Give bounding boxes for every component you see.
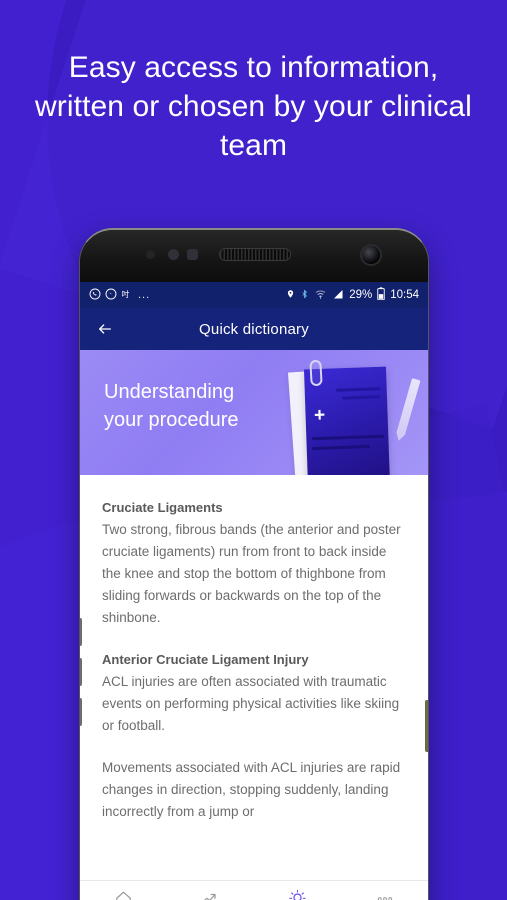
medical-document-icon: + [282,350,422,475]
bluetooth-icon [300,288,309,303]
battery-percent: 29% [349,289,373,301]
section-heading: Cruciate Ligaments [102,500,223,515]
signal-icon [332,288,344,303]
trending-up-icon [200,890,221,900]
hero-banner[interactable]: Understanding your procedure + [80,350,428,475]
whatsapp-icon [89,288,101,303]
volume-extra-button [80,698,82,726]
more-dots-icon [374,890,396,900]
app-icon: 吋 [121,288,132,303]
power-button [425,700,428,752]
back-arrow-icon[interactable] [93,317,117,341]
home-icon [114,890,133,900]
section-body: Movements associated with ACL injuries a… [102,760,401,819]
proximity-sensor-icon [146,250,155,259]
app-bar: Quick dictionary [80,308,428,350]
nav-item-more[interactable]: More [341,881,428,900]
section-body: ACL injuries are often associated with t… [102,674,400,733]
phone-screen: 吋 ... 29% 10:54 Quick dictionary Underst… [80,282,428,900]
nav-item-info[interactable]: Info [254,881,341,900]
front-camera-icon [360,244,382,266]
messenger-icon [105,288,117,303]
svg-text:吋: 吋 [121,288,129,298]
phone-top-bezel [80,230,428,282]
nav-item-home[interactable]: Home [80,881,167,900]
promo-screenshot: Easy access to information, written or c… [0,0,507,900]
ir-sensor-icon [187,249,198,260]
section-heading: Anterior Cruciate Ligament Injury [102,652,309,667]
location-icon [286,288,295,303]
article-content[interactable]: Cruciate Ligaments Two strong, fibrous b… [80,475,428,888]
article-section: Anterior Cruciate Ligament Injury ACL in… [102,649,406,737]
app-bar-title: Quick dictionary [199,320,309,338]
clock: 10:54 [390,289,419,301]
section-body: Two strong, fibrous bands (the anterior … [102,522,401,625]
light-sensor-icon [168,249,179,260]
status-bar: 吋 ... 29% 10:54 [80,282,428,308]
paperclip-icon [309,359,323,387]
article-section: Movements associated with ACL injuries a… [102,757,406,823]
promo-headline: Easy access to information, written or c… [35,51,472,162]
hero-title-line1: Understanding [104,381,235,403]
bottom-navigation: Home Progress [80,880,428,900]
phone-mockup: 吋 ... 29% 10:54 Quick dictionary Underst… [79,228,429,900]
article-section: Cruciate Ligaments Two strong, fibrous b… [102,497,406,629]
pen-icon [394,378,420,442]
status-bar-right: 29% 10:54 [286,287,419,303]
status-bar-left: 吋 ... [89,288,150,303]
status-overflow-dots: ... [138,289,151,301]
volume-down-button [80,658,82,686]
earpiece-speaker-icon [219,248,291,261]
battery-icon [377,287,385,303]
lightbulb-icon [287,889,308,900]
nav-item-progress[interactable]: Progress [167,881,254,900]
volume-up-button [80,618,82,646]
wifi-icon [314,288,327,303]
hero-title: Understanding your procedure [104,378,239,434]
medical-cross-symbol: + [313,404,326,427]
hero-title-line2: your procedure [104,409,239,431]
